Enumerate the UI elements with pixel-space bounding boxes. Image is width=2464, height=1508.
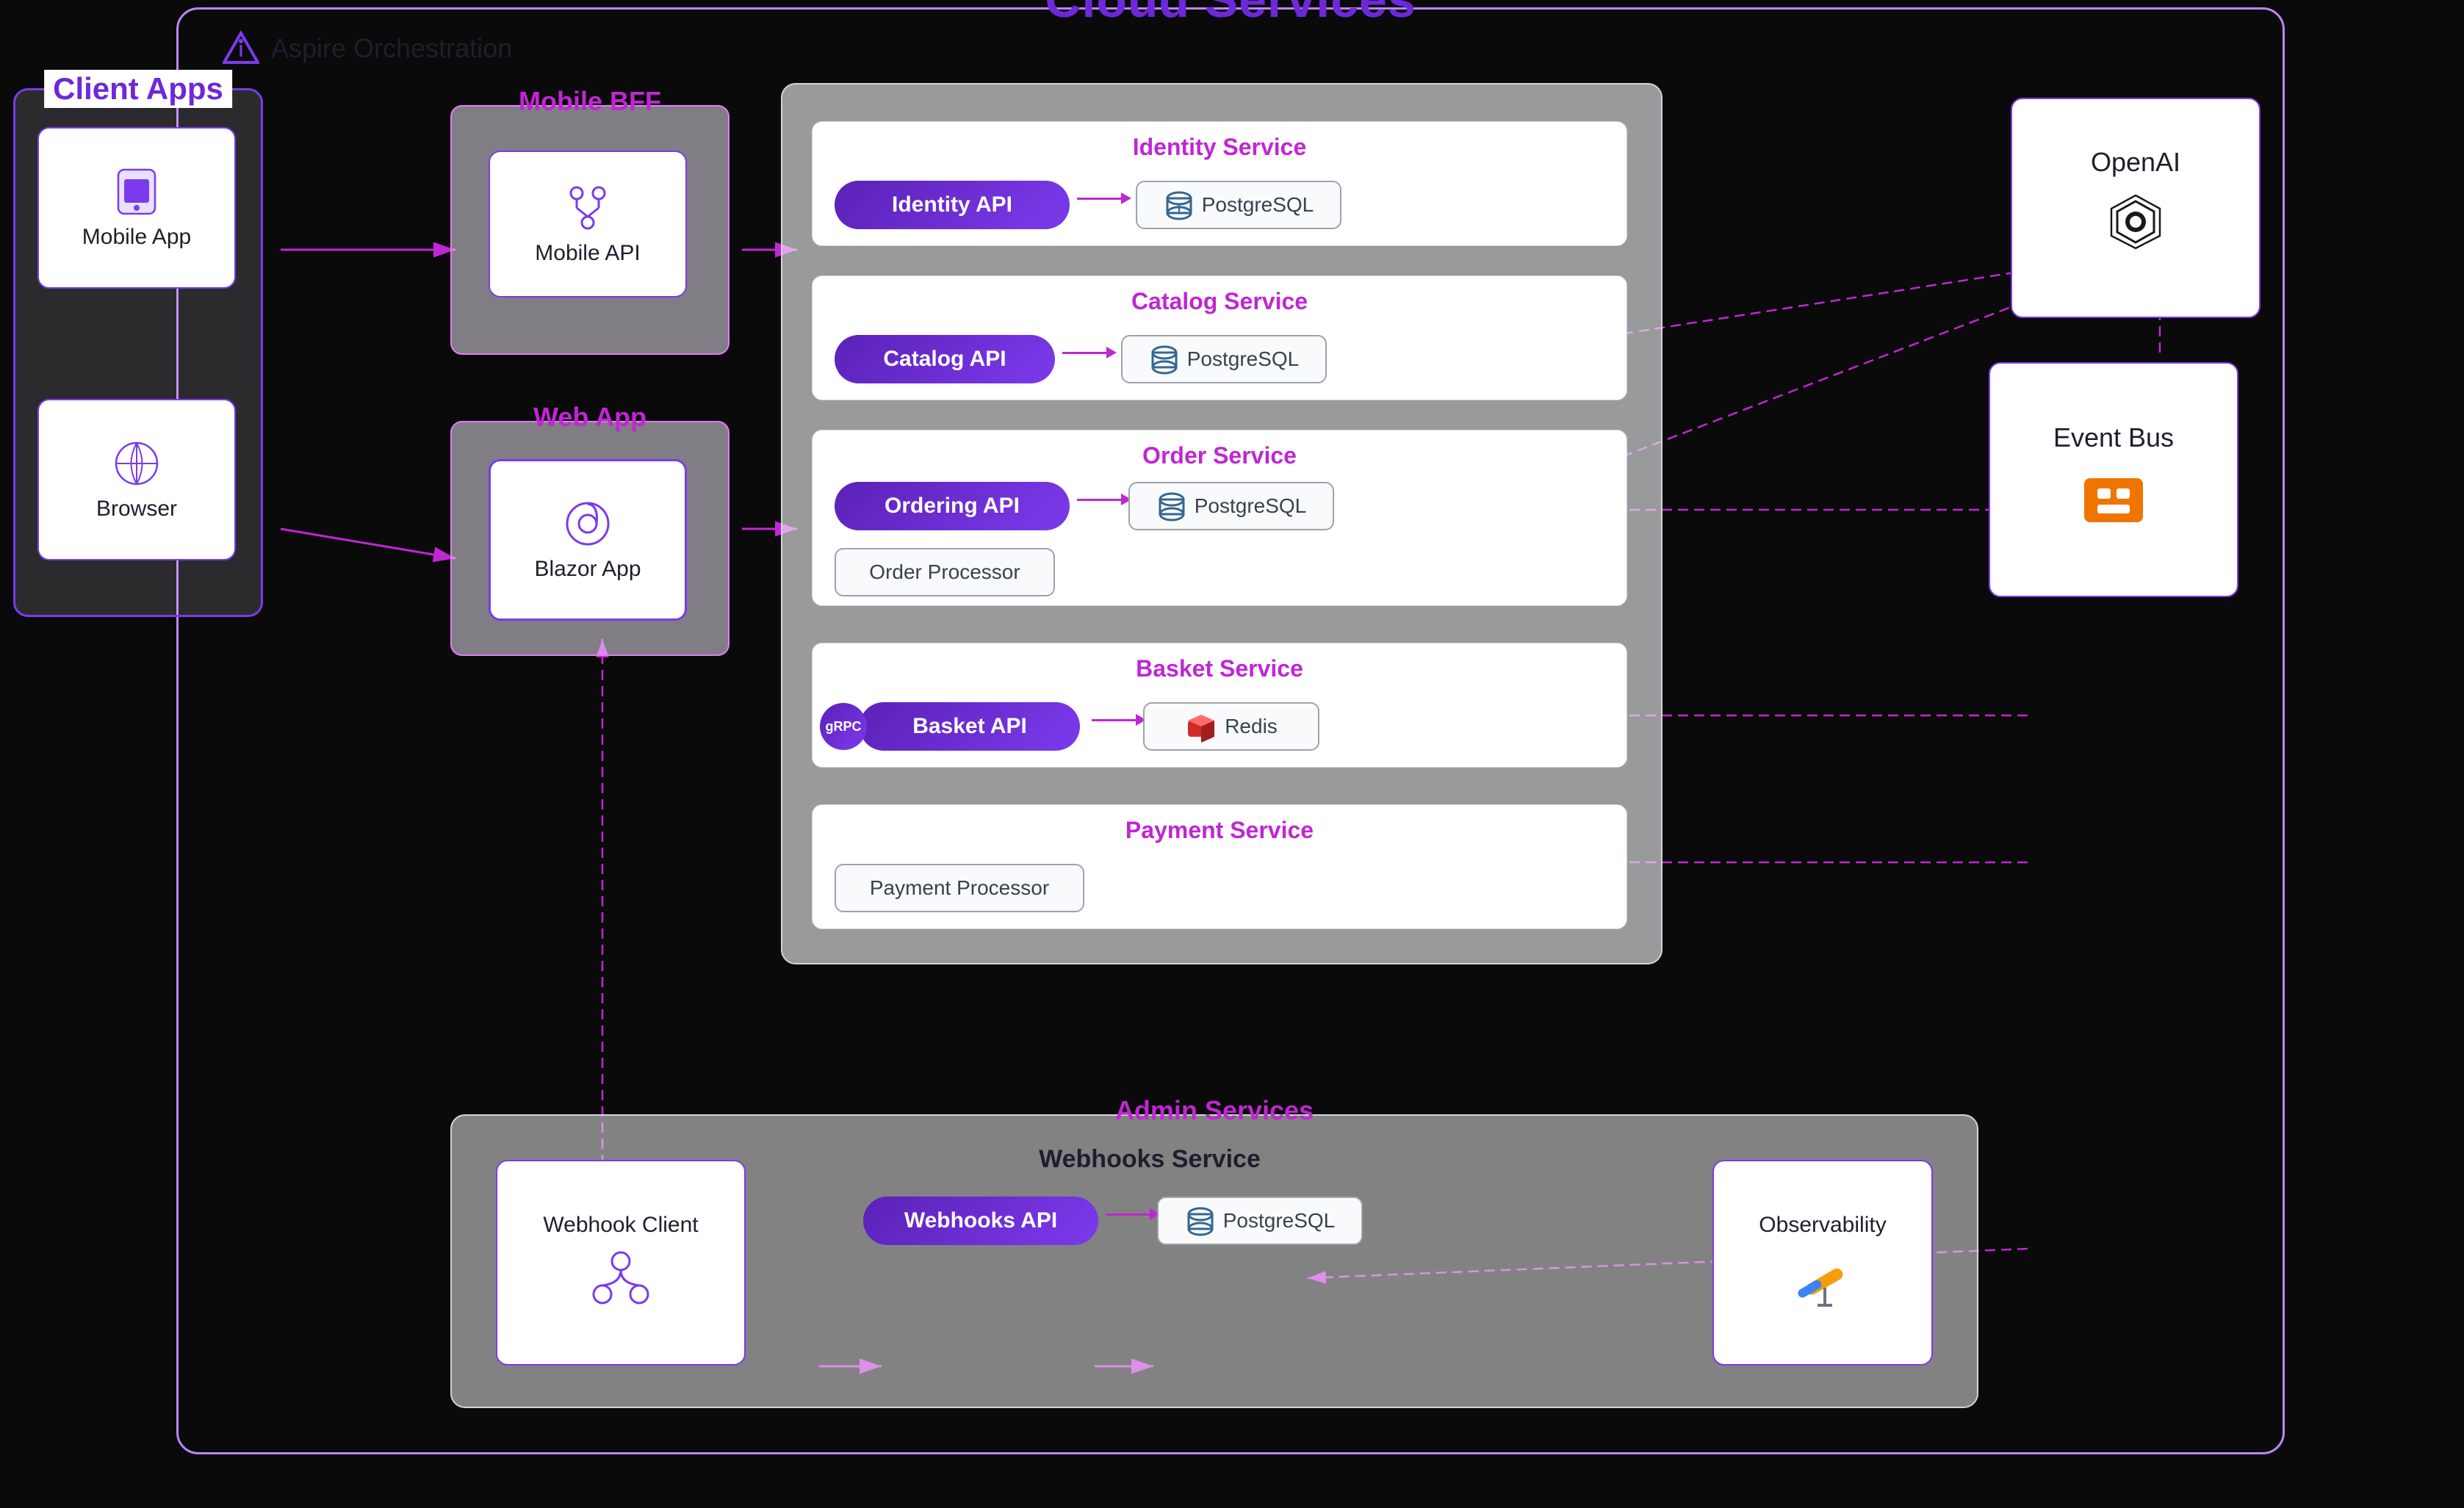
webhooks-service-box: Webhooks Service Webhooks API xyxy=(819,1145,1480,1373)
postgresql-icon-3 xyxy=(1156,491,1187,522)
mobile-api-card: Mobile API xyxy=(489,151,687,297)
grpc-badge: gRPC xyxy=(820,703,867,750)
webhooks-api-pill: Webhooks API xyxy=(863,1197,1098,1245)
openai-icon xyxy=(2095,188,2176,269)
webhook-client-label: Webhook Client xyxy=(543,1213,698,1238)
browser-card: Browser xyxy=(37,399,236,560)
admin-db-label: PostgreSQL xyxy=(1223,1209,1336,1233)
redis-label: Redis xyxy=(1225,715,1278,738)
postgresql-icon-admin xyxy=(1185,1205,1216,1236)
identity-postgresql-box: PostgreSQL xyxy=(1136,181,1341,229)
payment-service-box: Payment Service Payment Processor xyxy=(812,804,1627,929)
mobile-app-icon xyxy=(111,166,162,217)
mobile-bff-title: Mobile BFF xyxy=(519,86,661,117)
web-app-title: Web App xyxy=(533,402,646,433)
cloud-services-container: Cloud Services Aspire Orchestration Mobi… xyxy=(176,7,2285,1454)
event-bus-icon xyxy=(2077,463,2150,537)
browser-icon xyxy=(111,438,162,489)
order-postgresql-box: PostgreSQL xyxy=(1128,482,1334,530)
webhook-icon xyxy=(588,1247,654,1313)
admin-services-container: Admin Services Webhook Client Webhooks S… xyxy=(450,1114,1978,1408)
webhook-client-box: Webhook Client xyxy=(496,1160,746,1366)
basket-api-pill: Basket API xyxy=(860,702,1080,751)
mobile-bff-container: Mobile BFF Mobile API xyxy=(450,105,730,355)
web-app-container: Web App Blazor App xyxy=(450,421,730,656)
diagram-root: Cloud Services Aspire Orchestration Mobi… xyxy=(0,0,2464,1508)
services-area: Identity Service Identity API xyxy=(781,83,1663,964)
aspire-icon xyxy=(223,30,259,67)
openai-box: OpenAI xyxy=(2011,98,2261,318)
order-processor-box: Order Processor xyxy=(835,548,1055,596)
mobile-api-icon xyxy=(562,182,613,234)
catalog-api-pill: Catalog API xyxy=(835,335,1055,383)
ordering-api-pill: Ordering API xyxy=(835,482,1070,530)
admin-postgresql-box: PostgreSQL xyxy=(1157,1197,1363,1245)
basket-service-box: Basket Service gRPC Basket API xyxy=(812,643,1627,768)
aspire-text: Aspire Orchestration xyxy=(271,33,512,64)
redis-box: Redis xyxy=(1143,702,1319,751)
identity-api-pill: Identity API xyxy=(835,181,1070,229)
aspire-label: Aspire Orchestration xyxy=(223,30,512,67)
observability-box: Observability xyxy=(1712,1160,1933,1366)
openai-title: OpenAI xyxy=(2091,147,2180,178)
browser-label: Browser xyxy=(96,497,177,522)
catalog-db-label: PostgreSQL xyxy=(1187,347,1300,371)
redis-icon xyxy=(1185,710,1217,743)
identity-db-label: PostgreSQL xyxy=(1202,193,1314,217)
postgresql-icon xyxy=(1164,190,1195,220)
client-apps-title: Client Apps xyxy=(44,70,232,108)
mobile-app-card: Mobile App xyxy=(37,127,236,289)
postgresql-icon-2 xyxy=(1149,344,1180,375)
identity-service-title: Identity Service xyxy=(1133,134,1307,161)
cloud-services-title: Cloud Services xyxy=(1045,0,1416,29)
payment-processor-box: Payment Processor xyxy=(835,864,1084,912)
event-bus-title: Event Bus xyxy=(2053,422,2174,453)
blazor-app-label: Blazor App xyxy=(534,557,641,582)
observability-label: Observability xyxy=(1759,1213,1886,1238)
catalog-service-title: Catalog Service xyxy=(1131,288,1308,315)
mobile-api-label: Mobile API xyxy=(535,241,640,266)
blazor-icon xyxy=(562,498,613,549)
observability-icon xyxy=(1790,1247,1856,1313)
order-service-title: Order Service xyxy=(1142,442,1297,469)
payment-service-title: Payment Service xyxy=(1125,817,1314,844)
basket-service-title: Basket Service xyxy=(1136,655,1303,682)
catalog-postgresql-box: PostgreSQL xyxy=(1121,335,1327,383)
mobile-app-label: Mobile App xyxy=(82,225,191,250)
order-service-box: Order Service Ordering API PostgreSQL xyxy=(812,430,1627,606)
identity-service-box: Identity Service Identity API xyxy=(812,121,1627,246)
blazor-app-card: Blazor App xyxy=(489,459,687,621)
order-db-label: PostgreSQL xyxy=(1195,494,1307,518)
client-apps-container: Client Apps Mobile App Browser xyxy=(13,88,263,617)
catalog-service-box: Catalog Service Catalog API PostgreSQL xyxy=(812,275,1627,400)
admin-services-title: Admin Services xyxy=(1115,1095,1314,1126)
webhooks-service-title: Webhooks Service xyxy=(1039,1145,1261,1174)
event-bus-box: Event Bus xyxy=(1989,362,2238,597)
